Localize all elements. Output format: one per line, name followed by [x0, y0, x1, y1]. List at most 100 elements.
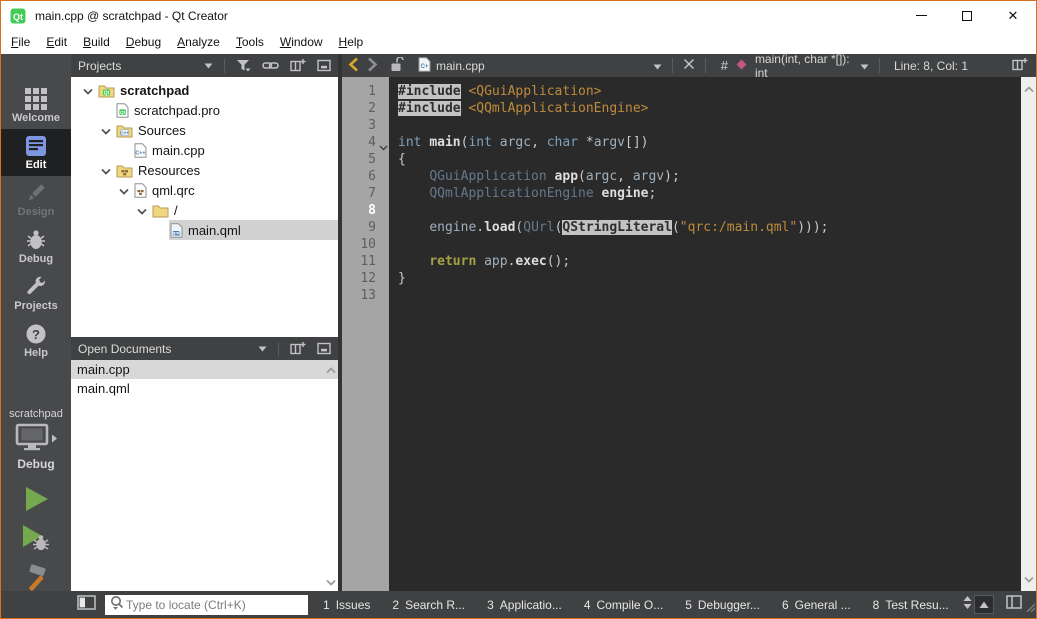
output-pane-search-r[interactable]: 2Search R...: [381, 591, 476, 618]
preprocessor-toggle[interactable]: #: [712, 58, 735, 73]
document-dropdown-arrow[interactable]: [649, 59, 666, 73]
chevron-down-icon: [653, 59, 662, 73]
sync-with-editor-icon[interactable]: [262, 60, 279, 71]
pane-number: 3: [487, 598, 494, 612]
menu-window[interactable]: Window: [272, 31, 331, 53]
tree-item-scratchpad-pro[interactable]: Qt scratchpad.pro: [71, 100, 338, 120]
tree-item-main-cpp[interactable]: C++main.cpp: [71, 140, 338, 160]
close-document-button[interactable]: [679, 58, 699, 73]
pane-label: Issues: [336, 598, 371, 612]
tree-item-main-qml[interactable]: qmlmain.qml: [71, 220, 338, 240]
open-document-main-cpp[interactable]: main.cpp: [71, 360, 338, 379]
run-button[interactable]: [23, 485, 50, 518]
output-pane-issues[interactable]: 1Issues: [312, 591, 381, 618]
open-documents-title: Open Documents: [78, 342, 258, 356]
mode-welcome[interactable]: Welcome: [1, 82, 71, 129]
maximize-output-button[interactable]: [974, 595, 994, 614]
output-pane-test-resu[interactable]: 8Test Resu...: [862, 591, 960, 618]
expander-icon[interactable]: [101, 123, 111, 138]
mode-edit[interactable]: Edit: [1, 129, 71, 176]
expander-icon[interactable]: [137, 203, 147, 218]
expander-icon[interactable]: [119, 183, 129, 198]
tree-item-qml-qrc[interactable]: qml.qrc: [71, 180, 338, 200]
mode-debug[interactable]: Debug: [1, 223, 71, 270]
symbol-diamond-icon: [735, 58, 748, 74]
close-panel-icon[interactable]: [317, 59, 331, 72]
close-button[interactable]: ✕: [990, 1, 1036, 30]
tree-item-scratchpad[interactable]: Qtscratchpad: [71, 80, 338, 100]
expander-icon[interactable]: [101, 163, 111, 178]
kit-selector[interactable]: scratchpad Debug: [1, 408, 71, 471]
menu-file[interactable]: File: [3, 31, 38, 53]
design-pencil-icon: [25, 181, 47, 204]
output-pane-general[interactable]: 6General ...: [771, 591, 862, 618]
scroll-up-icon[interactable]: [1024, 80, 1034, 98]
close-icon: ✕: [1008, 9, 1019, 22]
line-number-9: 9: [342, 219, 389, 236]
close-panel-icon[interactable]: [317, 342, 331, 355]
menu-analyze[interactable]: Analyze: [169, 31, 228, 53]
chevron-down-icon: [860, 59, 869, 73]
maximize-button[interactable]: [944, 1, 990, 30]
panel-chevron-down-icon[interactable]: [258, 346, 267, 352]
editor-toolbar: C+ main.cpp # main(int, char *[]): int L…: [342, 54, 1036, 77]
editor-area: C+ main.cpp # main(int, char *[]): int L…: [342, 54, 1036, 591]
mode-label: Welcome: [12, 112, 60, 124]
line-number-4: 4: [342, 134, 389, 151]
debug-run-button[interactable]: [21, 523, 52, 559]
code-line-8: [398, 202, 1021, 219]
panel-chevron-down-icon[interactable]: [204, 63, 213, 69]
documents-scrollbar[interactable]: [323, 360, 338, 591]
maximize-icon: [962, 11, 972, 21]
tree-item--[interactable]: /: [71, 200, 338, 220]
show-right-sidebar-button[interactable]: [1006, 595, 1022, 614]
scroll-down-icon[interactable]: [326, 574, 336, 589]
file-qrc-icon: [134, 183, 147, 198]
main-area: Welcome EditDesignDebug Projects ?Help scra…: [1, 54, 1036, 591]
navigate-forward-button[interactable]: [363, 57, 382, 75]
toggle-sidebar-button[interactable]: [77, 595, 96, 615]
expander-icon[interactable]: [83, 83, 93, 98]
projects-panel-header: Projects: [71, 54, 338, 77]
menu-debug[interactable]: Debug: [118, 31, 169, 53]
code-line-5: {: [398, 151, 1021, 168]
menu-tools[interactable]: Tools: [228, 31, 272, 53]
scroll-up-icon[interactable]: [326, 362, 336, 377]
editor-scrollbar[interactable]: [1021, 77, 1036, 591]
svg-text:Qt: Qt: [120, 110, 126, 115]
menu-edit[interactable]: Edit: [38, 31, 75, 53]
mode-label: Projects: [14, 300, 57, 312]
projects-wrench-icon: [25, 275, 47, 298]
line-number-13: 13: [342, 287, 389, 304]
symbol-dropdown-arrow[interactable]: [856, 59, 873, 73]
edit-document-icon: [25, 134, 47, 157]
minimize-button[interactable]: [898, 1, 944, 30]
output-pane-sort-button[interactable]: [962, 595, 973, 615]
code-line-1: #include <QGuiApplication>: [398, 83, 1021, 100]
scroll-down-icon[interactable]: [1024, 570, 1034, 588]
split-panel-icon[interactable]: [290, 59, 306, 72]
open-document-main-qml[interactable]: main.qml: [71, 379, 338, 398]
menu-help[interactable]: Help: [331, 31, 372, 53]
mode-help[interactable]: ?Help: [1, 317, 71, 364]
code-editor[interactable]: #include <QGuiApplication>#include <QQml…: [389, 77, 1021, 591]
project-tree: Qtscratchpad Qt scratchpad.pro C++SourcesC+…: [71, 77, 338, 337]
file-lock-button[interactable]: [386, 57, 408, 75]
locator-input[interactable]: [126, 598, 304, 612]
output-pane-applicatio[interactable]: 3Applicatio...: [476, 591, 573, 618]
output-pane-compile-o[interactable]: 4Compile O...: [573, 591, 674, 618]
mode-projects[interactable]: Projects: [1, 270, 71, 317]
tree-item-sources[interactable]: C++Sources: [71, 120, 338, 140]
kit-project-label: scratchpad: [9, 408, 63, 420]
filter-icon[interactable]: [236, 59, 251, 72]
menu-build[interactable]: Build: [75, 31, 118, 53]
document-dropdown[interactable]: C+ main.cpp: [414, 57, 489, 75]
resize-grip[interactable]: [1023, 599, 1035, 617]
tree-item-resources[interactable]: Resources: [71, 160, 338, 180]
output-pane-debugger[interactable]: 5Debugger...: [674, 591, 771, 618]
split-panel-icon[interactable]: [290, 342, 306, 355]
tree-item-label: scratchpad.pro: [134, 103, 220, 118]
mode-design[interactable]: Design: [1, 176, 71, 223]
split-editor-button[interactable]: [1008, 58, 1032, 74]
navigate-back-button[interactable]: [344, 57, 363, 75]
